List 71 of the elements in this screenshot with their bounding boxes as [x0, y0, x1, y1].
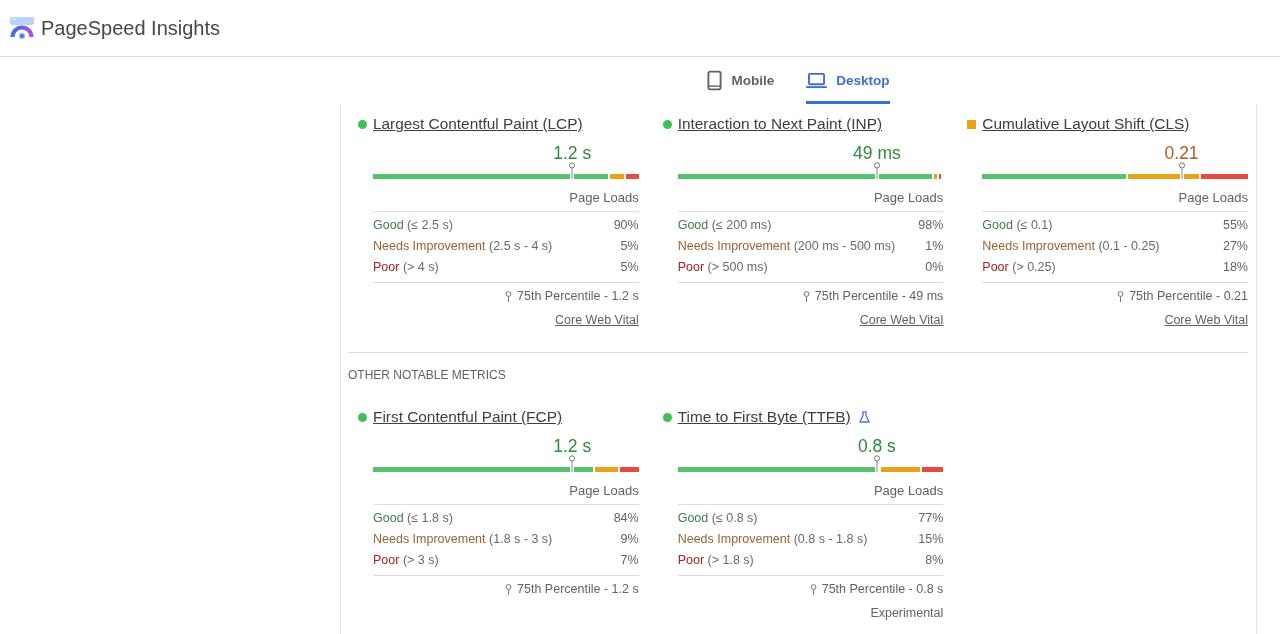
distribution-share: 98%: [918, 217, 944, 234]
pin-icon: [802, 290, 810, 302]
distribution-share: 8%: [925, 552, 944, 569]
distribution-share: 55%: [1222, 217, 1248, 234]
distribution-label: Good (≤ 1.8 s): [373, 510, 453, 527]
scale-label: Page Loads: [373, 189, 639, 212]
percentile-pin-icon: [872, 455, 882, 472]
footer-link[interactable]: Core Web Vital: [1164, 313, 1248, 327]
section-heading: OTHER NOTABLE METRICS: [348, 367, 507, 383]
distribution-label: Needs Improvement (0.8 s - 1.8 s): [677, 531, 868, 548]
metric-value: 1.2 s: [553, 143, 592, 163]
distribution-label: Needs Improvement (200 ms - 500 ms): [677, 238, 896, 255]
distribution-label: Good (≤ 0.1): [982, 217, 1053, 234]
distribution-share: 84%: [613, 510, 639, 527]
metric-link[interactable]: Largest Contentful Paint (LCP): [373, 114, 583, 134]
distribution-share: 0%: [925, 259, 944, 276]
distribution-label: Good (≤ 200 ms): [677, 217, 772, 234]
scale-label: Page Loads: [982, 189, 1248, 212]
distribution-share: 90%: [613, 217, 639, 234]
percentile-pin-icon: [567, 162, 577, 179]
scale-label: Page Loads: [677, 482, 944, 505]
distribution-share: 15%: [918, 531, 944, 548]
distribution-share: 18%: [1222, 259, 1248, 276]
footer-link[interactable]: Core Web Vital: [859, 313, 944, 327]
scale-label: Page Loads: [677, 189, 944, 212]
percentile-text: 75th Percentile - 49 ms: [814, 288, 944, 305]
distribution-label: Poor (> 500 ms): [677, 259, 768, 276]
percentile-text: 75th Percentile - 1.2 s: [517, 581, 639, 598]
scale-label: Page Loads: [373, 482, 639, 505]
percentile-text: 75th Percentile - 0.8 s: [821, 581, 944, 598]
device-tab[interactable]: Desktop: [806, 57, 890, 104]
distribution-label: Poor (> 3 s): [373, 552, 439, 569]
metric-value: 49 ms: [853, 143, 901, 163]
metric-value: 0.21: [1164, 143, 1199, 163]
distribution-share: 1%: [925, 238, 944, 255]
percentile-pin-icon: [1177, 162, 1187, 179]
distribution-share: 5%: [620, 238, 639, 255]
distribution-share: 27%: [1222, 238, 1248, 255]
percentile-pin-icon: [872, 162, 882, 179]
metric-link[interactable]: Time to First Byte (TTFB): [677, 407, 851, 427]
distribution-share: 7%: [620, 552, 639, 569]
app-title: PageSpeed Insights: [41, 16, 221, 40]
distribution-label: Poor (> 1.8 s): [677, 552, 754, 569]
phone-icon: [707, 69, 723, 91]
distribution-label: Poor (> 0.25): [982, 259, 1056, 276]
metric-value: 1.2 s: [553, 436, 592, 456]
percentile-text: 75th Percentile - 1.2 s: [517, 288, 639, 305]
distribution-label: Good (≤ 2.5 s): [373, 217, 453, 234]
metric-link[interactable]: Interaction to Next Paint (INP): [677, 114, 883, 134]
percentile-text: 75th Percentile - 0.21: [1129, 288, 1248, 305]
percentile-pin-icon: [567, 455, 577, 472]
laptop-icon: [806, 71, 828, 89]
distribution-label: Needs Improvement (0.1 - 0.25): [982, 238, 1160, 255]
pin-icon: [1117, 290, 1125, 302]
pin-icon: [505, 583, 513, 595]
metric-link[interactable]: Cumulative Layout Shift (CLS): [982, 114, 1190, 134]
metric-value: 0.8 s: [857, 436, 896, 456]
footer-label: Experimental: [870, 606, 944, 620]
distribution-label: Poor (> 4 s): [373, 259, 439, 276]
distribution-label: Needs Improvement (1.8 s - 3 s): [373, 531, 553, 548]
distribution-label: Needs Improvement (2.5 s - 4 s): [373, 238, 553, 255]
logo-icon: [10, 17, 34, 39]
metric-link[interactable]: First Contentful Paint (FCP): [373, 407, 563, 427]
pin-icon: [505, 290, 513, 302]
pin-icon: [809, 583, 817, 595]
device-tab[interactable]: Mobile: [707, 57, 775, 104]
distribution-label: Good (≤ 0.8 s): [677, 510, 758, 527]
distribution-share: 77%: [918, 510, 944, 527]
footer-link[interactable]: Core Web Vital: [555, 313, 639, 327]
distribution-share: 9%: [620, 531, 639, 548]
distribution-share: 5%: [620, 259, 639, 276]
